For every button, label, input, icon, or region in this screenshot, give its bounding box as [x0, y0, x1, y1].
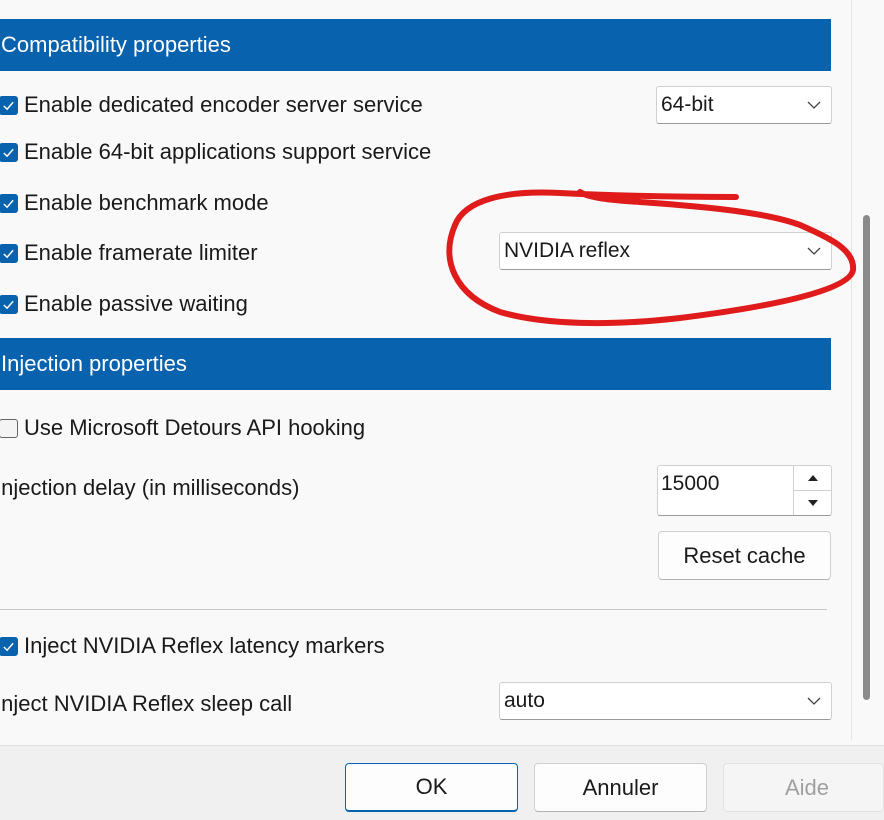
- limiter-type-select[interactable]: NVIDIA reflex: [499, 232, 832, 270]
- detours-option[interactable]: Use Microsoft Detours API hooking: [0, 413, 365, 443]
- checkmark-icon: [3, 148, 14, 157]
- scrollbar-thumb[interactable]: [863, 215, 870, 700]
- reflex-sleep-select[interactable]: auto: [499, 682, 832, 720]
- chevron-down-icon: [807, 697, 821, 705]
- checkmark-icon: [3, 249, 14, 258]
- apps64-checkbox[interactable]: [0, 142, 18, 162]
- reflex-markers-checkbox[interactable]: [0, 636, 18, 656]
- injection-delay-value: 15000: [661, 472, 720, 495]
- reset-cache-button[interactable]: Reset cache: [658, 531, 831, 580]
- cancel-button-label: Annuler: [582, 774, 659, 800]
- benchmark-checkbox[interactable]: [0, 193, 18, 213]
- reset-cache-label: Reset cache: [683, 542, 806, 568]
- reflex-sleep-label: Inject NVIDIA Reflex sleep call: [0, 691, 293, 716]
- triangle-up-icon: [807, 475, 818, 481]
- injection-section-title: Injection properties: [1, 351, 187, 376]
- help-button[interactable]: Aide: [723, 763, 884, 812]
- benchmark-label: Enable benchmark mode: [24, 190, 269, 215]
- injection-delay-label: Injection delay (in milliseconds): [0, 475, 300, 500]
- framerate-limiter-label: Enable framerate limiter: [24, 240, 258, 265]
- checkmark-icon: [3, 199, 14, 208]
- compatibility-section-title: Compatibility properties: [1, 32, 231, 57]
- checkmark-icon: [3, 300, 14, 309]
- bitness-select-value: 64-bit: [661, 93, 714, 116]
- dialog-footer: OK Annuler Aide: [0, 745, 884, 820]
- reflex-sleep-value: auto: [504, 689, 545, 712]
- limiter-type-value: NVIDIA reflex: [504, 239, 631, 262]
- injection-section-header: Injection properties: [0, 338, 831, 390]
- encoder-server-checkbox[interactable]: [0, 95, 18, 115]
- passive-waiting-option[interactable]: Enable passive waiting: [0, 289, 248, 319]
- detours-checkbox[interactable]: [0, 418, 18, 438]
- passive-waiting-checkbox[interactable]: [0, 294, 18, 314]
- apps64-option[interactable]: Enable 64-bit applications support servi…: [0, 137, 431, 167]
- injection-delay-spinbox[interactable]: 15000: [657, 465, 832, 516]
- cancel-button[interactable]: Annuler: [534, 763, 707, 812]
- spinbox-buttons: [793, 466, 831, 515]
- help-button-label: Aide: [785, 774, 830, 800]
- framerate-limiter-option[interactable]: Enable framerate limiter: [0, 238, 258, 268]
- compatibility-section-header: Compatibility properties: [0, 19, 831, 71]
- framerate-limiter-checkbox[interactable]: [0, 243, 18, 263]
- ok-button[interactable]: OK: [345, 763, 518, 812]
- chevron-down-icon: [807, 101, 821, 109]
- spin-down-button[interactable]: [794, 491, 831, 515]
- benchmark-option[interactable]: Enable benchmark mode: [0, 188, 269, 218]
- reflex-markers-option[interactable]: Inject NVIDIA Reflex latency markers: [0, 631, 385, 661]
- apps64-label: Enable 64-bit applications support servi…: [24, 139, 432, 164]
- reflex-markers-label: Inject NVIDIA Reflex latency markers: [24, 633, 385, 658]
- encoder-server-label: Enable dedicated encoder server service: [24, 92, 423, 117]
- passive-waiting-label: Enable passive waiting: [24, 291, 248, 316]
- properties-panel: Compatibility properties Enable dedicate…: [0, 0, 851, 745]
- section-divider: [0, 609, 827, 610]
- chevron-down-icon: [807, 247, 821, 255]
- encoder-server-option[interactable]: Enable dedicated encoder server service: [0, 90, 423, 120]
- detours-label: Use Microsoft Detours API hooking: [24, 415, 366, 440]
- checkmark-icon: [3, 642, 14, 651]
- triangle-down-icon: [807, 500, 818, 506]
- ok-button-label: OK: [415, 774, 448, 799]
- spin-up-button[interactable]: [794, 466, 831, 491]
- checkmark-icon: [3, 101, 14, 110]
- bitness-select[interactable]: 64-bit: [656, 86, 832, 124]
